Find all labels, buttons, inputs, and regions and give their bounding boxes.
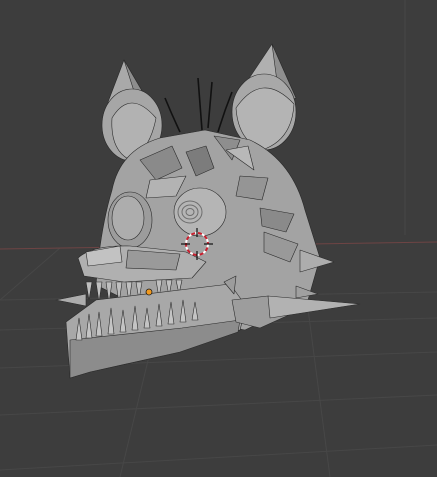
object-origin-icon — [145, 288, 153, 296]
left-eye-lid — [111, 195, 145, 241]
3d-viewport[interactable]: solid-shading — [0, 0, 437, 477]
viewport-canvas[interactable] — [0, 0, 437, 477]
torn-panel-4 — [235, 175, 269, 201]
